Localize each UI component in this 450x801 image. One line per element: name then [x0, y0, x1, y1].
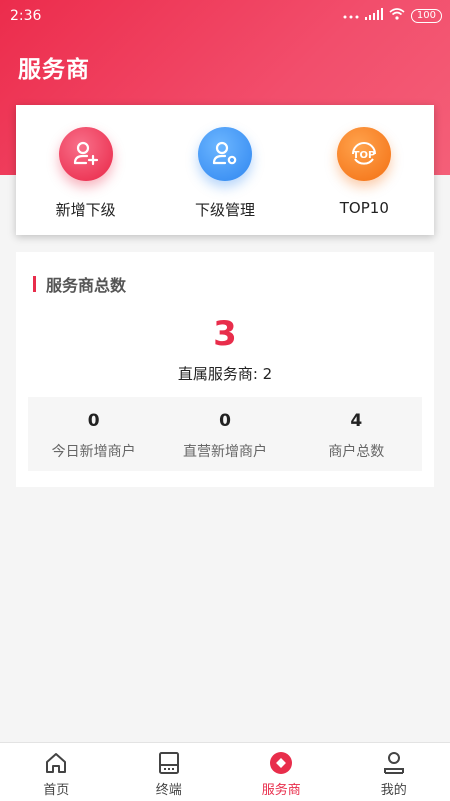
- tab-home[interactable]: 首页: [0, 743, 113, 801]
- section-accent-bar: [33, 276, 36, 292]
- section-header: 服务商总数: [33, 272, 126, 296]
- home-icon: [43, 750, 69, 776]
- add-subordinate-label: 新增下级: [56, 199, 116, 220]
- add-subordinate-button[interactable]: 新增下级: [16, 105, 155, 235]
- top-badge-text: TOP: [353, 150, 376, 161]
- terminal-icon: [156, 750, 182, 776]
- bottom-tab-bar: 首页 终端 服务商: [0, 742, 450, 801]
- metric-label: 商户总数: [291, 441, 422, 461]
- profile-icon: [381, 750, 407, 776]
- add-user-icon: [59, 127, 113, 181]
- more-dots-icon: [343, 8, 359, 24]
- metric-value: 4: [291, 411, 422, 431]
- user-settings-icon: [198, 127, 252, 181]
- top10-button[interactable]: TOP TOP10: [295, 105, 434, 235]
- metric-direct-new-merchants: 0 直营新增商户: [159, 397, 290, 471]
- status-bar: 2:36 100: [0, 0, 450, 32]
- wifi-icon: [389, 8, 405, 24]
- status-time: 2:36: [10, 8, 41, 24]
- status-icons: 100: [343, 8, 442, 24]
- metrics-row: 0 今日新增商户 0 直营新增商户 4 商户总数: [28, 397, 422, 471]
- tab-label: 首页: [43, 779, 69, 798]
- quick-actions-card: 新增下级 下级管理 TOP TOP10: [16, 105, 434, 235]
- metric-value: 0: [28, 411, 159, 431]
- provider-icon: [268, 750, 294, 776]
- signal-icon: [365, 8, 383, 24]
- metric-today-new-merchants: 0 今日新增商户: [28, 397, 159, 471]
- provider-total-count: 3: [16, 314, 434, 354]
- tab-label: 终端: [156, 779, 182, 798]
- metric-label: 今日新增商户: [28, 441, 159, 461]
- subordinate-management-label: 下级管理: [195, 199, 255, 220]
- tab-label: 服务商: [262, 779, 301, 798]
- top10-label: TOP10: [340, 199, 389, 217]
- tab-provider[interactable]: 服务商: [225, 743, 338, 801]
- tab-profile[interactable]: 我的: [338, 743, 450, 801]
- provider-summary-card: 服务商总数 3 直属服务商: 2 0 今日新增商户 0 直营新增商户 4 商户总…: [16, 252, 434, 487]
- tab-label: 我的: [381, 779, 407, 798]
- metric-label: 直营新增商户: [159, 441, 290, 461]
- page-title: 服务商: [18, 50, 90, 84]
- tab-terminal[interactable]: 终端: [113, 743, 226, 801]
- direct-provider-count: 直属服务商: 2: [16, 363, 434, 384]
- metric-value: 0: [159, 411, 290, 431]
- top-badge-icon: TOP: [337, 127, 391, 181]
- metric-total-merchants: 4 商户总数: [291, 397, 422, 471]
- subordinate-management-button[interactable]: 下级管理: [155, 105, 294, 235]
- section-title: 服务商总数: [46, 272, 126, 296]
- battery-icon: 100: [411, 9, 442, 23]
